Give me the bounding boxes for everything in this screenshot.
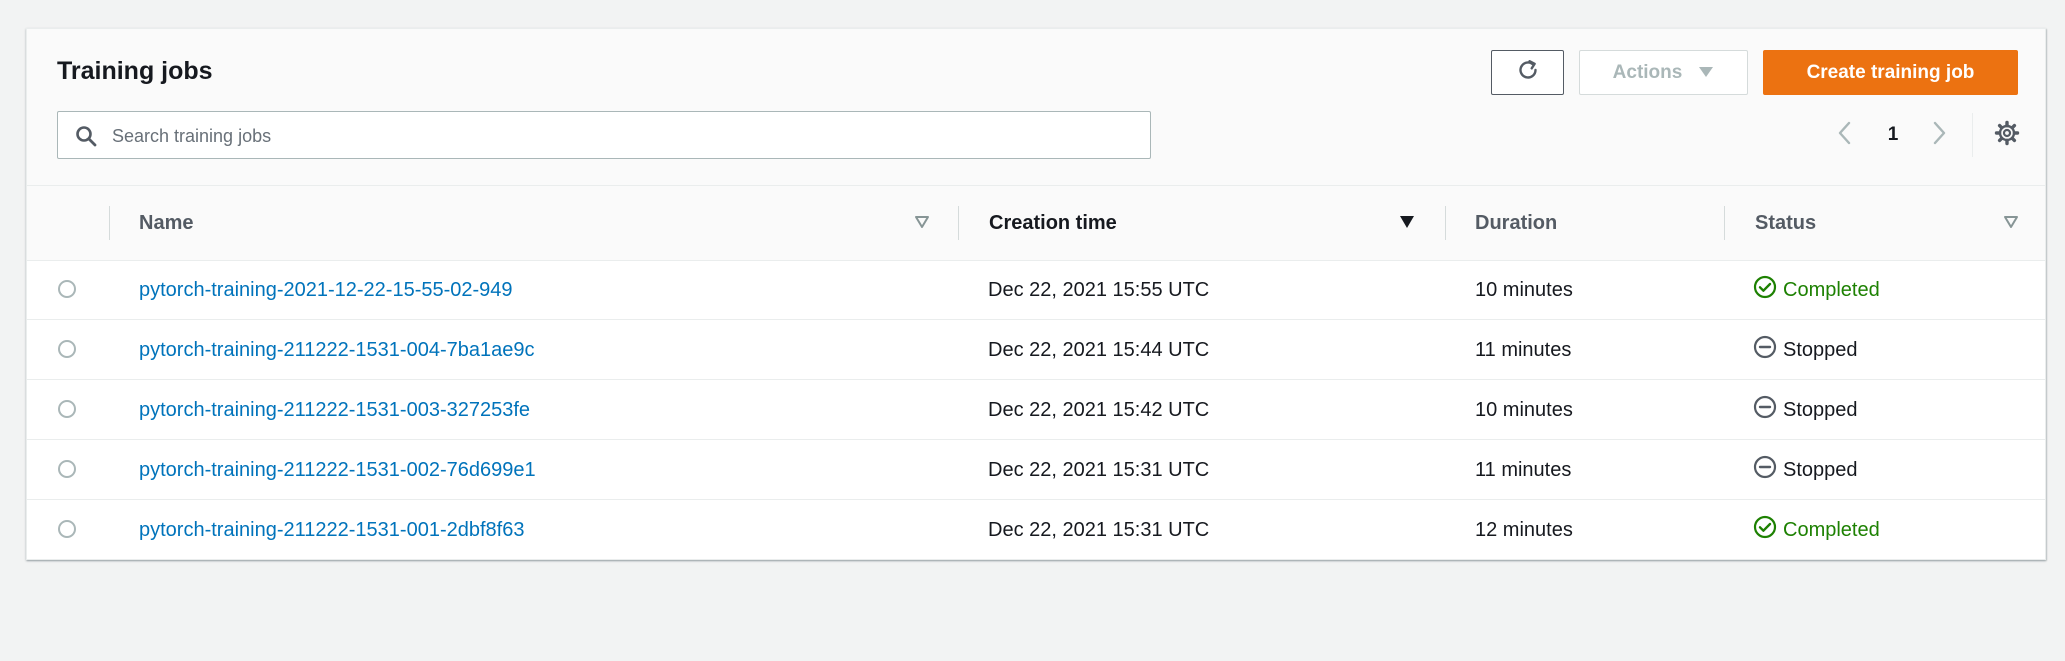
status-success-icon <box>1753 275 1777 305</box>
refresh-button[interactable] <box>1491 50 1564 95</box>
chevron-right-icon <box>1931 120 1947 151</box>
row-select-radio[interactable] <box>58 280 76 298</box>
duration-cell: 10 minutes <box>1475 398 1573 421</box>
table-header: Name Creation time Duration Status <box>27 186 2045 261</box>
column-header-status[interactable]: Status <box>1755 186 1816 260</box>
refresh-icon <box>1515 57 1541 89</box>
row-select-radio[interactable] <box>58 400 76 418</box>
job-name-link[interactable]: pytorch-training-211222-1531-004-7ba1ae9… <box>139 320 534 380</box>
status-indicator: Stopped <box>1753 440 1858 500</box>
creation-time-cell: Dec 22, 2021 15:31 UTC <box>988 518 1210 541</box>
column-divider <box>1445 206 1446 240</box>
status-text: Completed <box>1783 518 1880 541</box>
training-jobs-panel: Training jobs Actions Create training jo… <box>26 28 2046 560</box>
status-text: Completed <box>1783 278 1880 301</box>
gear-icon <box>1994 120 2020 151</box>
column-header-name[interactable]: Name <box>139 186 193 260</box>
creation-time-cell: Dec 22, 2021 15:44 UTC <box>988 338 1210 361</box>
duration-cell: 12 minutes <box>1475 518 1573 541</box>
status-indicator: Completed <box>1753 500 1880 559</box>
table-row[interactable]: pytorch-training-211222-1531-004-7ba1ae9… <box>27 320 2045 380</box>
create-training-job-button[interactable]: Create training job <box>1763 50 2018 95</box>
search-box[interactable] <box>57 111 1151 160</box>
search-icon <box>74 124 98 148</box>
pagination-divider <box>1972 113 1973 157</box>
duration-cell: 11 minutes <box>1475 458 1572 481</box>
sort-descending-icon[interactable] <box>1398 213 1416 231</box>
status-stopped-icon <box>1753 395 1777 425</box>
job-name-link[interactable]: pytorch-training-211222-1531-003-327253f… <box>139 380 530 440</box>
actions-dropdown-button[interactable]: Actions <box>1579 50 1748 95</box>
status-text: Stopped <box>1783 338 1858 361</box>
sort-icon[interactable] <box>2002 213 2020 231</box>
next-page-button[interactable] <box>1925 119 1953 151</box>
status-stopped-icon <box>1753 335 1777 365</box>
current-page-number[interactable]: 1 <box>1875 119 1911 151</box>
duration-cell: 10 minutes <box>1475 278 1573 301</box>
column-header-duration: Duration <box>1475 211 1558 234</box>
status-indicator: Stopped <box>1753 380 1858 440</box>
chevron-left-icon <box>1837 120 1853 151</box>
panel-header: Training jobs Actions Create training jo… <box>27 29 2045 186</box>
status-success-icon <box>1753 515 1777 545</box>
status-indicator: Completed <box>1753 260 1880 320</box>
creation-time-cell: Dec 22, 2021 15:55 UTC <box>988 278 1210 301</box>
duration-cell: 11 minutes <box>1475 338 1572 361</box>
status-indicator: Stopped <box>1753 320 1858 380</box>
table-row[interactable]: pytorch-training-211222-1531-003-327253f… <box>27 380 2045 440</box>
row-select-radio[interactable] <box>58 460 76 478</box>
row-select-radio[interactable] <box>58 340 76 358</box>
actions-label: Actions <box>1612 61 1683 83</box>
previous-page-button[interactable] <box>1831 119 1859 151</box>
sort-icon[interactable] <box>913 213 931 231</box>
job-name-link[interactable]: pytorch-training-211222-1531-002-76d699e… <box>139 440 536 500</box>
row-select-radio[interactable] <box>58 520 76 538</box>
table-row[interactable]: pytorch-training-2021-12-22-15-55-02-949… <box>27 260 2045 320</box>
creation-time-cell: Dec 22, 2021 15:42 UTC <box>988 398 1210 421</box>
page-title: Training jobs <box>57 57 213 85</box>
creation-time-cell: Dec 22, 2021 15:31 UTC <box>988 458 1210 481</box>
caret-down-icon <box>1698 62 1714 84</box>
column-header-creation-time[interactable]: Creation time <box>989 186 1117 260</box>
column-divider <box>109 206 110 240</box>
job-name-link[interactable]: pytorch-training-2021-12-22-15-55-02-949 <box>139 260 513 320</box>
job-name-link[interactable]: pytorch-training-211222-1531-001-2dbf8f6… <box>139 500 524 559</box>
table-row[interactable]: pytorch-training-211222-1531-001-2dbf8f6… <box>27 500 2045 559</box>
search-input[interactable] <box>110 112 1134 160</box>
status-text: Stopped <box>1783 398 1858 421</box>
status-text: Stopped <box>1783 458 1858 481</box>
column-divider <box>1724 206 1725 240</box>
status-stopped-icon <box>1753 455 1777 485</box>
column-divider <box>958 206 959 240</box>
table-preferences-button[interactable] <box>1989 119 2025 151</box>
table-row[interactable]: pytorch-training-211222-1531-002-76d699e… <box>27 440 2045 500</box>
